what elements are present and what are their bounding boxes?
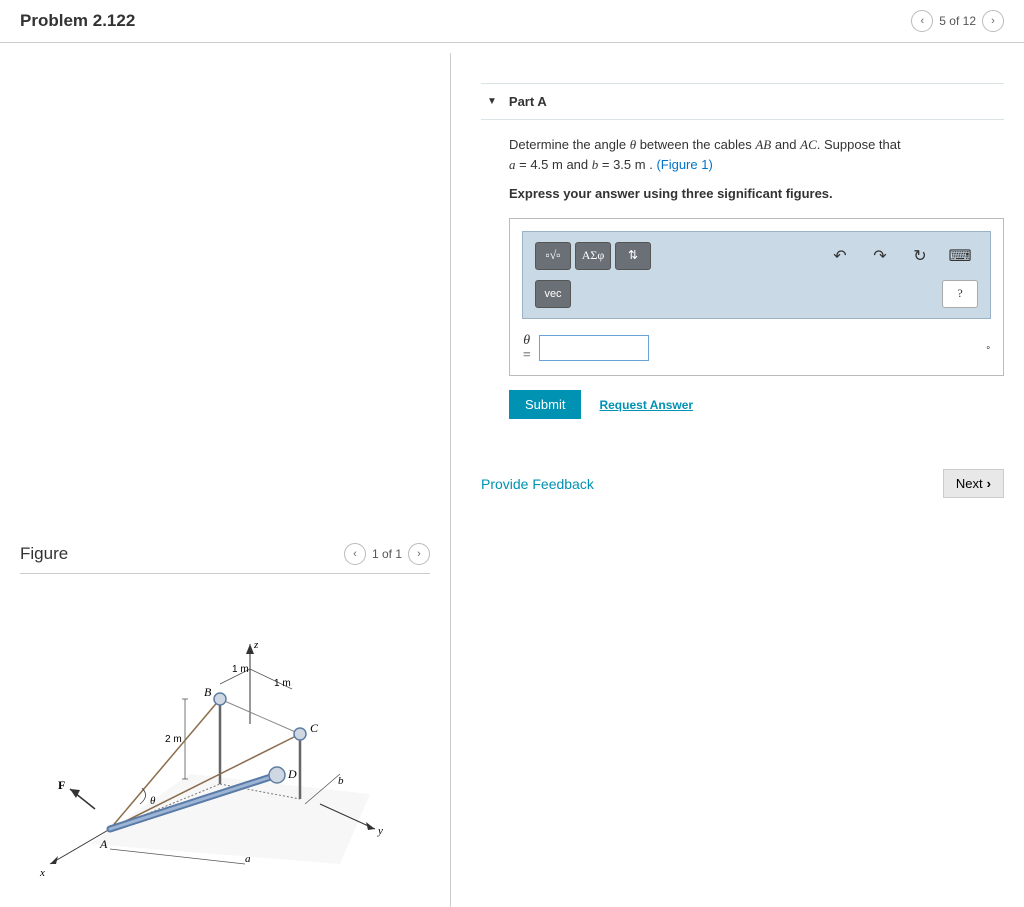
answer-unit: ∘ — [985, 342, 991, 353]
redo-button[interactable]: ↷ — [862, 242, 898, 270]
prompt-text: Determine the angle θ between the cables… — [509, 135, 994, 174]
svg-text:A: A — [99, 837, 108, 851]
templates-button[interactable]: ▫√▫ — [535, 242, 571, 270]
feedback-link[interactable]: Provide Feedback — [481, 476, 594, 492]
collapse-icon: ▼ — [487, 96, 497, 107]
arrows-button[interactable]: ⇅ — [615, 242, 651, 270]
svg-text:z: z — [253, 639, 259, 651]
svg-text:C: C — [310, 721, 319, 735]
problem-title: Problem 2.122 — [20, 11, 135, 31]
problem-page-indicator: 5 of 12 — [939, 14, 976, 28]
figure-heading: Figure — [20, 544, 68, 564]
submit-button[interactable]: Submit — [509, 390, 581, 419]
figure-diagram: x y z 1 m 1 m 2 — [20, 604, 430, 887]
chevron-right-icon: › — [987, 476, 991, 491]
prev-figure-button[interactable]: ‹ — [344, 543, 366, 565]
problem-nav: ‹ 5 of 12 › — [911, 10, 1004, 32]
svg-text:θ: θ — [150, 795, 156, 807]
svg-text:y: y — [377, 825, 383, 837]
svg-text:1 m: 1 m — [232, 664, 249, 675]
part-header[interactable]: ▼ Part A — [481, 83, 1004, 120]
reset-button[interactable]: ↻ — [902, 242, 938, 270]
vec-button[interactable]: vec — [535, 280, 571, 308]
keyboard-button[interactable]: ⌨ — [942, 242, 978, 270]
greek-button[interactable]: ΑΣφ — [575, 242, 611, 270]
undo-button[interactable]: ↶ — [822, 242, 858, 270]
next-problem-button[interactable]: › — [982, 10, 1004, 32]
svg-text:2 m: 2 m — [165, 734, 182, 745]
answer-block: ▫√▫ ΑΣφ ⇅ ↶ ↷ ↻ ⌨ vec — [509, 218, 1004, 377]
svg-text:D: D — [287, 767, 297, 781]
help-button[interactable]: ? — [942, 280, 978, 308]
svg-text:F: F — [58, 778, 65, 792]
figure-page-indicator: 1 of 1 — [372, 547, 402, 561]
figure-nav: ‹ 1 of 1 › — [344, 543, 430, 565]
svg-text:1 m: 1 m — [274, 678, 291, 689]
answer-variable: θ = — [522, 333, 531, 364]
next-button[interactable]: Next› — [943, 469, 1004, 498]
svg-text:a: a — [245, 853, 251, 865]
svg-text:b: b — [338, 775, 344, 787]
part-title: Part A — [509, 94, 547, 109]
svg-text:x: x — [39, 867, 45, 879]
svg-text:B: B — [204, 685, 212, 699]
prev-problem-button[interactable]: ‹ — [911, 10, 933, 32]
next-figure-button[interactable]: › — [408, 543, 430, 565]
instruction-text: Express your answer using three signific… — [509, 184, 994, 204]
equation-toolbar: ▫√▫ ΑΣφ ⇅ ↶ ↷ ↻ ⌨ vec — [522, 231, 991, 319]
answer-input[interactable] — [539, 335, 649, 361]
request-answer-link[interactable]: Request Answer — [599, 398, 693, 412]
figure-link[interactable]: (Figure 1) — [656, 157, 712, 172]
